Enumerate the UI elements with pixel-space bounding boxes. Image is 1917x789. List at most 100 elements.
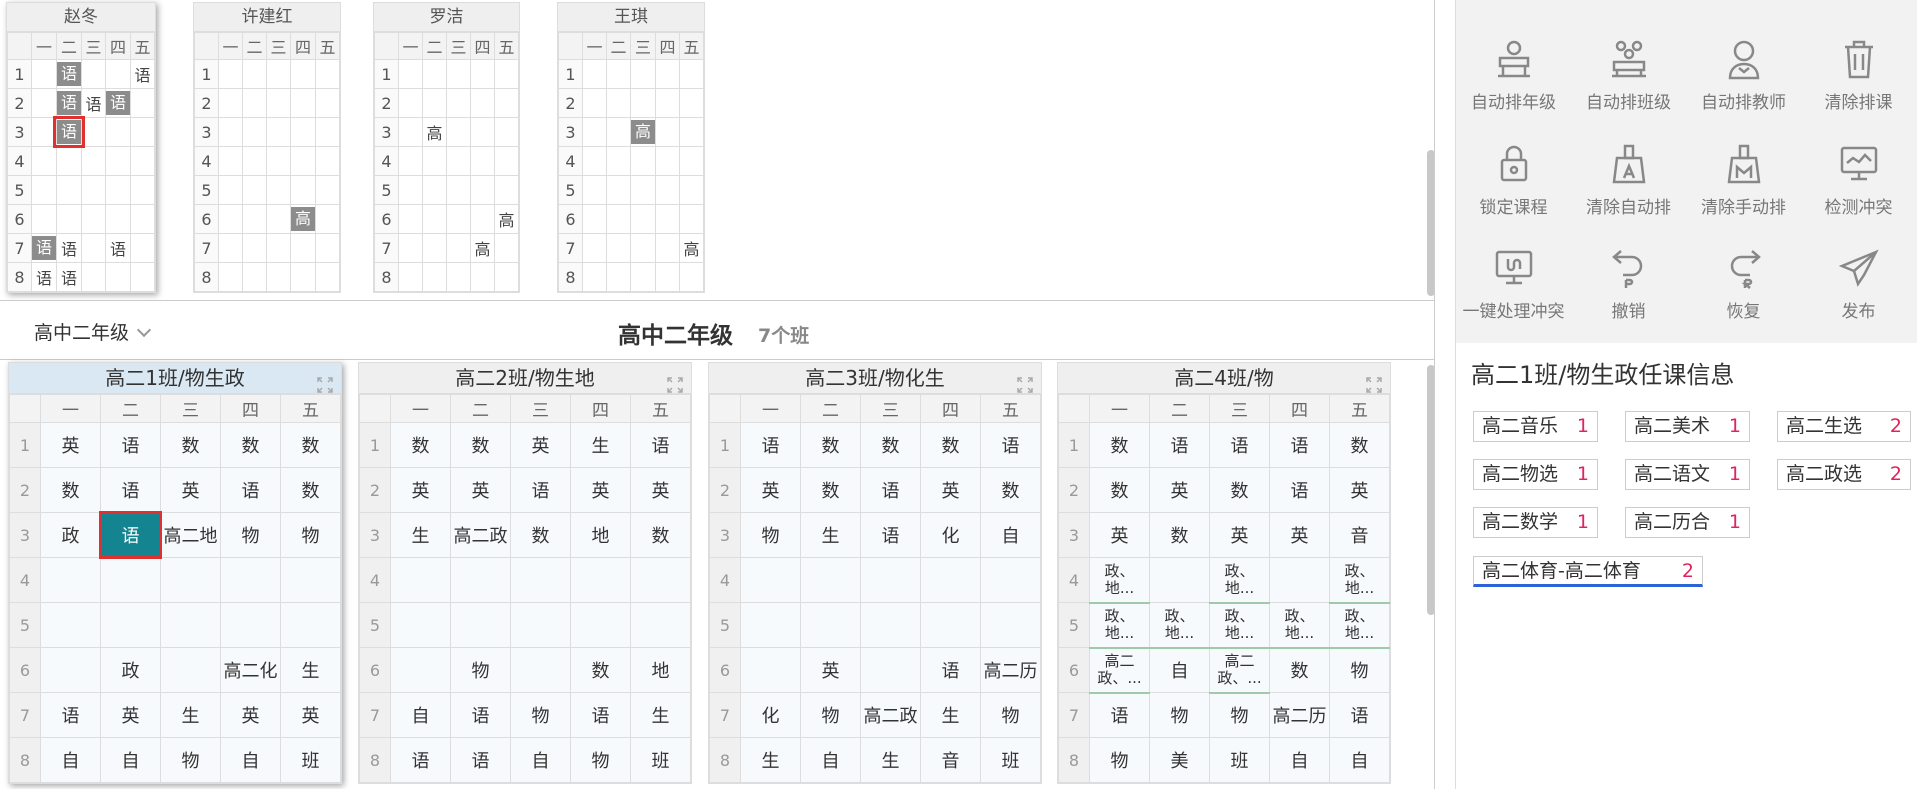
timetable-cell[interactable] xyxy=(105,262,131,292)
timetable-cell[interactable]: 数 xyxy=(450,422,511,468)
timetable-cell[interactable]: 英 xyxy=(800,647,861,693)
timetable-cell[interactable] xyxy=(630,88,656,118)
timetable-cell[interactable]: 语 xyxy=(130,59,155,89)
timetable-cell[interactable] xyxy=(266,88,291,118)
timetable-cell[interactable] xyxy=(470,204,495,234)
timetable-cell[interactable]: 物 xyxy=(740,512,801,558)
teacher-timetable-2[interactable]: 许建红 一二三四五 123456 高 78 xyxy=(193,2,341,293)
timetable-cell[interactable] xyxy=(630,233,656,263)
timetable-cell[interactable] xyxy=(105,117,131,147)
timetable-cell[interactable] xyxy=(630,175,656,205)
lesson-block[interactable]: 语 xyxy=(106,91,130,115)
timetable-cell[interactable] xyxy=(470,88,495,118)
timetable-cell[interactable]: 政、 地... xyxy=(1089,557,1150,604)
timetable-cell[interactable]: 音 xyxy=(1329,512,1390,558)
timetable-cell[interactable] xyxy=(630,146,656,176)
timetable-cell[interactable] xyxy=(606,175,631,205)
timetable-cell[interactable]: 语 xyxy=(56,233,82,263)
timetable-cell[interactable] xyxy=(218,175,243,205)
timetable-cell[interactable]: 语 xyxy=(220,467,281,513)
timetable-cell[interactable]: 班 xyxy=(630,737,691,783)
timetable-cell[interactable] xyxy=(446,117,471,147)
course-chip[interactable]: 高二音乐 1 xyxy=(1473,411,1598,442)
timetable-cell[interactable]: 英 xyxy=(920,467,981,513)
timetable-cell[interactable] xyxy=(606,117,631,147)
timetable-cell[interactable] xyxy=(266,233,291,263)
timetable-cell[interactable]: 数 xyxy=(40,467,101,513)
timetable-cell[interactable]: 物 xyxy=(450,647,511,693)
timetable-cell[interactable]: 语 xyxy=(99,511,162,559)
timetable-cell[interactable] xyxy=(655,204,680,234)
teacher-timetable-3[interactable]: 罗洁 一二三四五123高456高7高8 xyxy=(373,2,520,293)
course-chip[interactable]: 高二历合 1 xyxy=(1625,507,1750,538)
timetable-cell[interactable]: 自 xyxy=(100,737,161,783)
timetable-cell[interactable]: 数 xyxy=(630,512,691,558)
timetable-cell[interactable] xyxy=(290,175,316,205)
timetable-cell[interactable]: 政 xyxy=(40,512,101,558)
expand-icon[interactable] xyxy=(1017,371,1033,393)
timetable-cell[interactable]: 自 xyxy=(800,737,861,783)
timetable-cell[interactable]: 语 xyxy=(105,88,131,118)
auto-grade-button[interactable]: 自动排年级 xyxy=(1456,38,1571,134)
timetable-cell[interactable] xyxy=(630,59,656,89)
timetable-cell[interactable] xyxy=(81,262,106,292)
course-chip[interactable]: 高二数学 1 xyxy=(1473,507,1598,538)
timetable-cell[interactable] xyxy=(655,233,680,263)
timetable-cell[interactable]: 语 xyxy=(56,59,82,89)
detect-conflict-button[interactable]: 检测冲突 xyxy=(1801,143,1916,239)
timetable-cell[interactable] xyxy=(494,88,519,118)
timetable-cell[interactable]: 语 xyxy=(40,692,101,738)
timetable-cell[interactable]: 自 xyxy=(510,737,571,783)
timetable-cell[interactable] xyxy=(446,175,471,205)
timetable-cell[interactable]: 物 xyxy=(1149,692,1210,738)
timetable-cell[interactable]: 语 xyxy=(510,467,571,513)
timetable-cell[interactable]: 物 xyxy=(220,512,281,558)
timetable-cell[interactable]: 语 xyxy=(860,512,921,558)
timetable-cell[interactable]: 语 xyxy=(630,422,691,468)
timetable-cell[interactable]: 英 xyxy=(450,467,511,513)
timetable-cell[interactable] xyxy=(218,262,243,292)
timetable-cell[interactable] xyxy=(450,557,511,603)
clear-schedule-button[interactable]: 清除排课 xyxy=(1801,38,1916,134)
timetable-cell[interactable] xyxy=(160,557,221,603)
resolve-conflict-button[interactable]: 一键处理冲突 xyxy=(1456,247,1571,343)
timetable-cell[interactable] xyxy=(390,557,451,603)
timetable-cell[interactable]: 数 xyxy=(1089,422,1150,468)
timetable-cell[interactable] xyxy=(679,262,704,292)
timetable-cell[interactable] xyxy=(582,146,607,176)
timetable-cell[interactable] xyxy=(630,262,656,292)
timetable-cell[interactable]: 英 xyxy=(1089,512,1150,558)
lesson-block[interactable]: 高 xyxy=(291,207,315,231)
timetable-cell[interactable]: 生 xyxy=(860,737,921,783)
timetable-cell[interactable] xyxy=(290,262,316,292)
timetable-cell[interactable] xyxy=(655,175,680,205)
redo-button[interactable]: 恢复 xyxy=(1686,247,1801,343)
timetable-cell[interactable] xyxy=(800,557,861,603)
timetable-cell[interactable] xyxy=(398,59,423,89)
timetable-cell[interactable] xyxy=(398,233,423,263)
timetable-cell[interactable]: 生 xyxy=(280,647,341,693)
timetable-cell[interactable]: 高二 政、... xyxy=(1209,647,1270,694)
publish-button[interactable]: 发布 xyxy=(1801,247,1916,343)
timetable-cell[interactable] xyxy=(740,647,801,693)
timetable-cell[interactable]: 数 xyxy=(220,422,281,468)
timetable-cell[interactable] xyxy=(570,602,631,648)
timetable-cell[interactable] xyxy=(160,602,221,648)
timetable-cell[interactable] xyxy=(266,146,291,176)
timetable-cell[interactable] xyxy=(130,88,155,118)
timetable-cell[interactable]: 物 xyxy=(160,737,221,783)
timetable-cell[interactable] xyxy=(315,146,340,176)
timetable-cell[interactable]: 班 xyxy=(1209,737,1270,783)
timetable-cell[interactable] xyxy=(422,262,447,292)
timetable-cell[interactable] xyxy=(980,557,1041,603)
timetable-cell[interactable]: 生 xyxy=(800,512,861,558)
timetable-cell[interactable]: 语 xyxy=(31,233,57,263)
timetable-cell[interactable] xyxy=(606,204,631,234)
timetable-cell[interactable] xyxy=(315,59,340,89)
timetable-cell[interactable] xyxy=(31,88,57,118)
auto-teacher-button[interactable]: 自动排教师 xyxy=(1686,38,1801,134)
timetable-cell[interactable] xyxy=(422,175,447,205)
timetable-cell[interactable] xyxy=(1149,557,1210,603)
timetable-cell[interactable] xyxy=(606,59,631,89)
class-timetable-3[interactable]: 高二3班/物化生 一二三四五 1 语数数数语 2 英数语英数 3 物生语化自 4 5 6 英语高二历… xyxy=(708,362,1042,784)
